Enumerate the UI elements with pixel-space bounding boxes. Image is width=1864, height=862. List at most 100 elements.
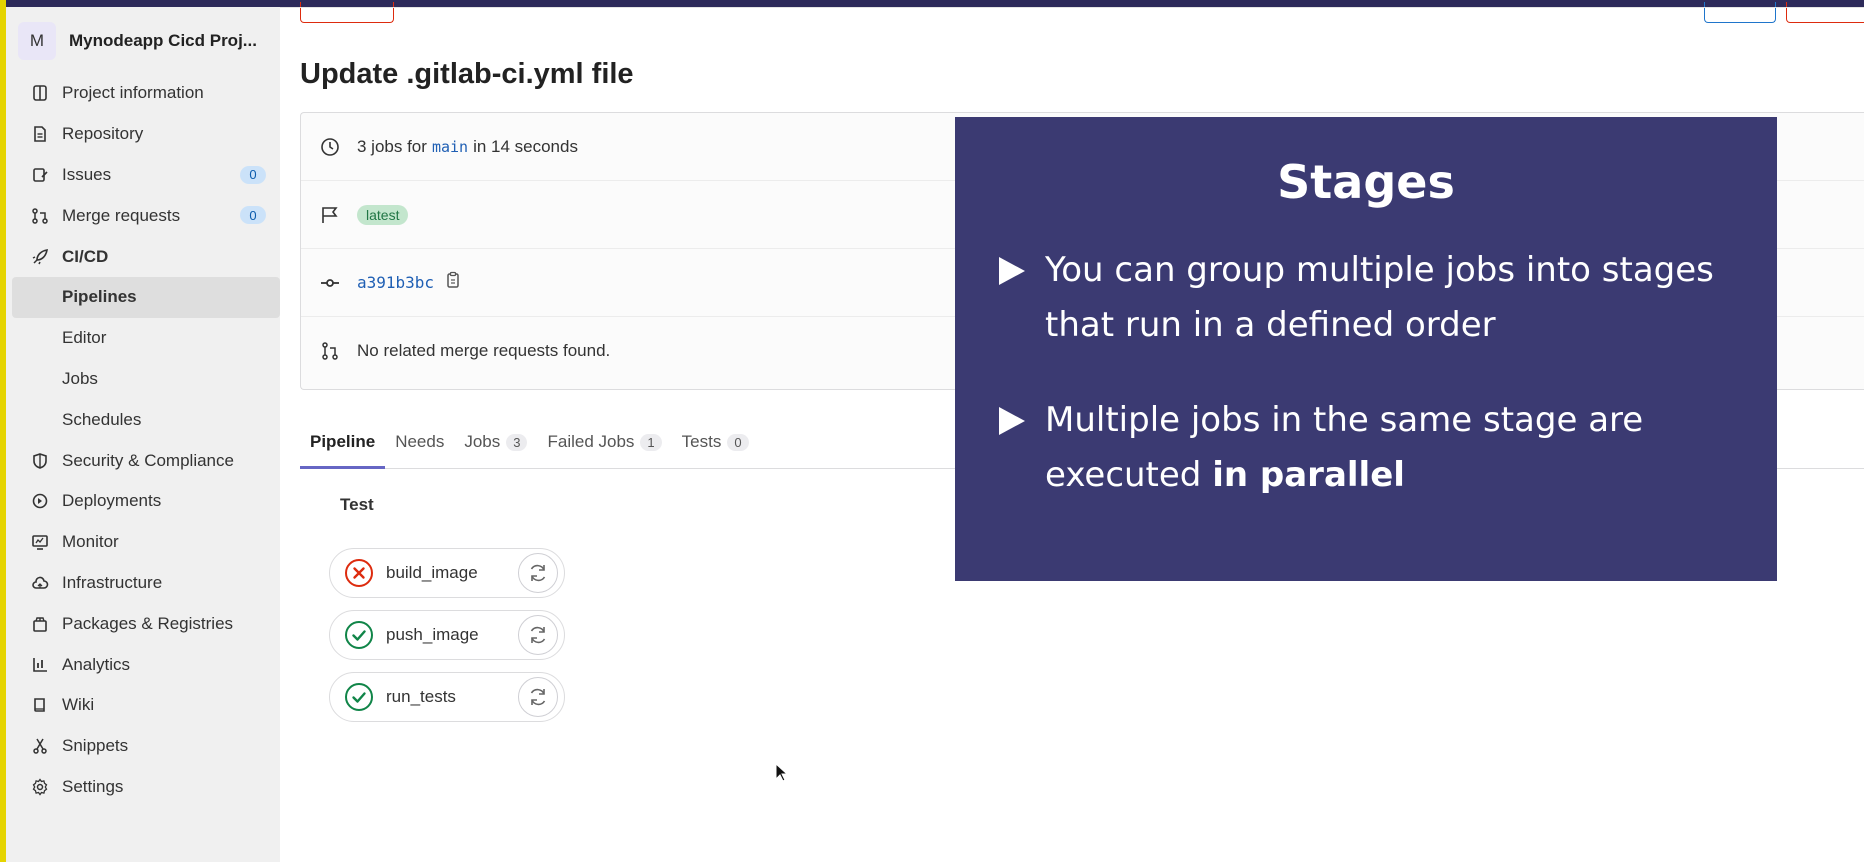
retry-icon[interactable] bbox=[518, 615, 558, 655]
bullet-triangle-icon bbox=[999, 257, 1025, 285]
scissors-icon bbox=[30, 736, 50, 756]
issues-count-badge: 0 bbox=[240, 165, 266, 184]
sidebar-nav: Project information Repository Issues 0 … bbox=[12, 73, 280, 807]
tab-label: Failed Jobs bbox=[547, 432, 635, 451]
sidebar-item-wiki[interactable]: Wiki bbox=[12, 685, 280, 726]
commit-sha-link[interactable]: a391b3bc bbox=[357, 273, 434, 292]
cancel-button[interactable] bbox=[1786, 2, 1864, 23]
job-build-image[interactable]: build_image bbox=[329, 548, 565, 598]
tab-pipeline[interactable]: Pipeline bbox=[300, 416, 386, 469]
sidebar-item-editor[interactable]: Editor bbox=[12, 318, 280, 359]
top-bar bbox=[0, 0, 1864, 7]
mouse-cursor-icon bbox=[775, 762, 789, 788]
retry-icon[interactable] bbox=[518, 677, 558, 717]
tab-label: Pipeline bbox=[310, 432, 376, 451]
tab-label: Needs bbox=[395, 432, 445, 451]
bullet-triangle-icon bbox=[999, 407, 1025, 435]
tab-tests[interactable]: Tests 0 bbox=[672, 416, 759, 468]
sidebar-item-label: Issues bbox=[62, 164, 112, 184]
job-name: run_tests bbox=[386, 687, 456, 706]
sidebar-item-pipelines[interactable]: Pipelines bbox=[12, 276, 280, 318]
failed-status-icon bbox=[344, 558, 374, 588]
sidebar-item-packages-registries[interactable]: Packages & Registries bbox=[12, 603, 280, 644]
branch-link[interactable]: main bbox=[432, 138, 468, 156]
monitor-icon bbox=[30, 532, 50, 552]
tab-count-badge: 3 bbox=[506, 433, 528, 451]
tab-needs[interactable]: Needs bbox=[385, 416, 454, 468]
sidebar-item-label: Wiki bbox=[62, 695, 95, 715]
header-divider bbox=[280, 7, 1864, 8]
slide-bullet-2: Multiple jobs in the same stage are exec… bbox=[999, 393, 1757, 503]
sidebar-item-cicd[interactable]: CI/CD bbox=[12, 236, 280, 277]
jobs-summary-prefix: 3 jobs for bbox=[357, 136, 427, 156]
package-icon bbox=[30, 614, 50, 634]
jobs-summary-suffix: in 14 seconds bbox=[473, 136, 578, 156]
no-merge-requests-text: No related merge requests found. bbox=[357, 341, 611, 360]
sidebar-item-label: Snippets bbox=[62, 736, 129, 756]
chart-icon bbox=[30, 655, 50, 675]
sidebar-item-deployments[interactable]: Deployments bbox=[12, 481, 280, 522]
sidebar-item-label: Infrastructure bbox=[62, 572, 163, 592]
job-name: push_image bbox=[386, 625, 479, 644]
sidebar-item-label: Monitor bbox=[62, 532, 119, 552]
sidebar-item-label: Pipelines bbox=[62, 287, 137, 307]
sidebar-item-label: Packages & Registries bbox=[62, 613, 234, 633]
sidebar-item-label: Repository bbox=[62, 124, 144, 144]
sidebar-item-analytics[interactable]: Analytics bbox=[12, 644, 280, 685]
sidebar-item-schedules[interactable]: Schedules bbox=[12, 399, 280, 440]
retry-button[interactable] bbox=[1704, 2, 1776, 23]
sidebar-item-snippets[interactable]: Snippets bbox=[12, 726, 280, 767]
sidebar-item-infrastructure[interactable]: Infrastructure bbox=[12, 563, 280, 604]
issues-icon bbox=[30, 165, 50, 185]
shield-icon bbox=[30, 451, 50, 471]
tab-failed-jobs[interactable]: Failed Jobs 1 bbox=[537, 416, 671, 468]
merge-requests-count-badge: 0 bbox=[240, 206, 266, 225]
sidebar-item-jobs[interactable]: Jobs bbox=[12, 359, 280, 400]
project-name: Mynodeapp Cicd Proj... bbox=[69, 31, 257, 50]
tab-label: Tests bbox=[681, 432, 722, 451]
page-title: Update .gitlab-ci.yml file bbox=[300, 58, 634, 90]
job-run-tests[interactable]: run_tests bbox=[329, 672, 565, 722]
project-header[interactable]: M Mynodeapp Cicd Proj... bbox=[18, 21, 257, 61]
tab-label: Jobs bbox=[464, 432, 501, 451]
sidebar-item-label: CI/CD bbox=[62, 246, 109, 266]
sidebar-item-security-compliance[interactable]: Security & Compliance bbox=[12, 440, 280, 481]
sidebar-item-label: Editor bbox=[62, 328, 107, 348]
bullet-text-bold: in parallel bbox=[1212, 455, 1405, 495]
clock-icon bbox=[319, 136, 341, 158]
sidebar-item-label: Deployments bbox=[62, 491, 162, 511]
sidebar-item-monitor[interactable]: Monitor bbox=[12, 522, 280, 563]
commit-icon bbox=[319, 272, 341, 294]
sidebar-item-label: Analytics bbox=[62, 654, 131, 674]
copy-icon[interactable] bbox=[444, 271, 462, 294]
project-info-icon bbox=[30, 83, 50, 103]
sidebar-item-merge-requests[interactable]: Merge requests 0 bbox=[12, 195, 280, 236]
job-push-image[interactable]: push_image bbox=[329, 610, 565, 660]
tab-jobs[interactable]: Jobs 3 bbox=[454, 416, 537, 468]
sidebar: M Mynodeapp Cicd Proj... Project informa… bbox=[6, 7, 281, 862]
sidebar-item-label: Security & Compliance bbox=[62, 450, 234, 470]
bullet-text: Multiple jobs in the same stage are exec… bbox=[1045, 393, 1757, 503]
gear-icon bbox=[30, 777, 50, 797]
sidebar-item-project-information[interactable]: Project information bbox=[12, 73, 280, 114]
flag-icon bbox=[319, 204, 341, 226]
sidebar-item-label: Schedules bbox=[62, 409, 142, 429]
sidebar-item-settings[interactable]: Settings bbox=[12, 767, 280, 808]
sidebar-item-repository[interactable]: Repository bbox=[12, 114, 280, 155]
retry-icon[interactable] bbox=[518, 553, 558, 593]
delete-button[interactable] bbox=[300, 2, 394, 23]
stage-title: Test bbox=[340, 495, 374, 514]
cloud-icon bbox=[30, 573, 50, 593]
bullet-text: You can group multiple jobs into stages … bbox=[1045, 250, 1714, 345]
job-name: build_image bbox=[386, 563, 478, 582]
sidebar-item-label: Settings bbox=[62, 776, 124, 796]
slide-title: Stages bbox=[1277, 155, 1455, 209]
tab-count-badge: 0 bbox=[727, 433, 749, 451]
book-icon bbox=[30, 695, 50, 715]
deployments-icon bbox=[30, 491, 50, 511]
sidebar-item-issues[interactable]: Issues 0 bbox=[12, 155, 280, 196]
stages-slide-overlay: Stages You can group multiple jobs into … bbox=[955, 117, 1777, 581]
slide-bullet-1: You can group multiple jobs into stages … bbox=[999, 243, 1757, 353]
tab-count-badge: 1 bbox=[640, 433, 662, 451]
sidebar-item-label: Jobs bbox=[62, 368, 98, 388]
